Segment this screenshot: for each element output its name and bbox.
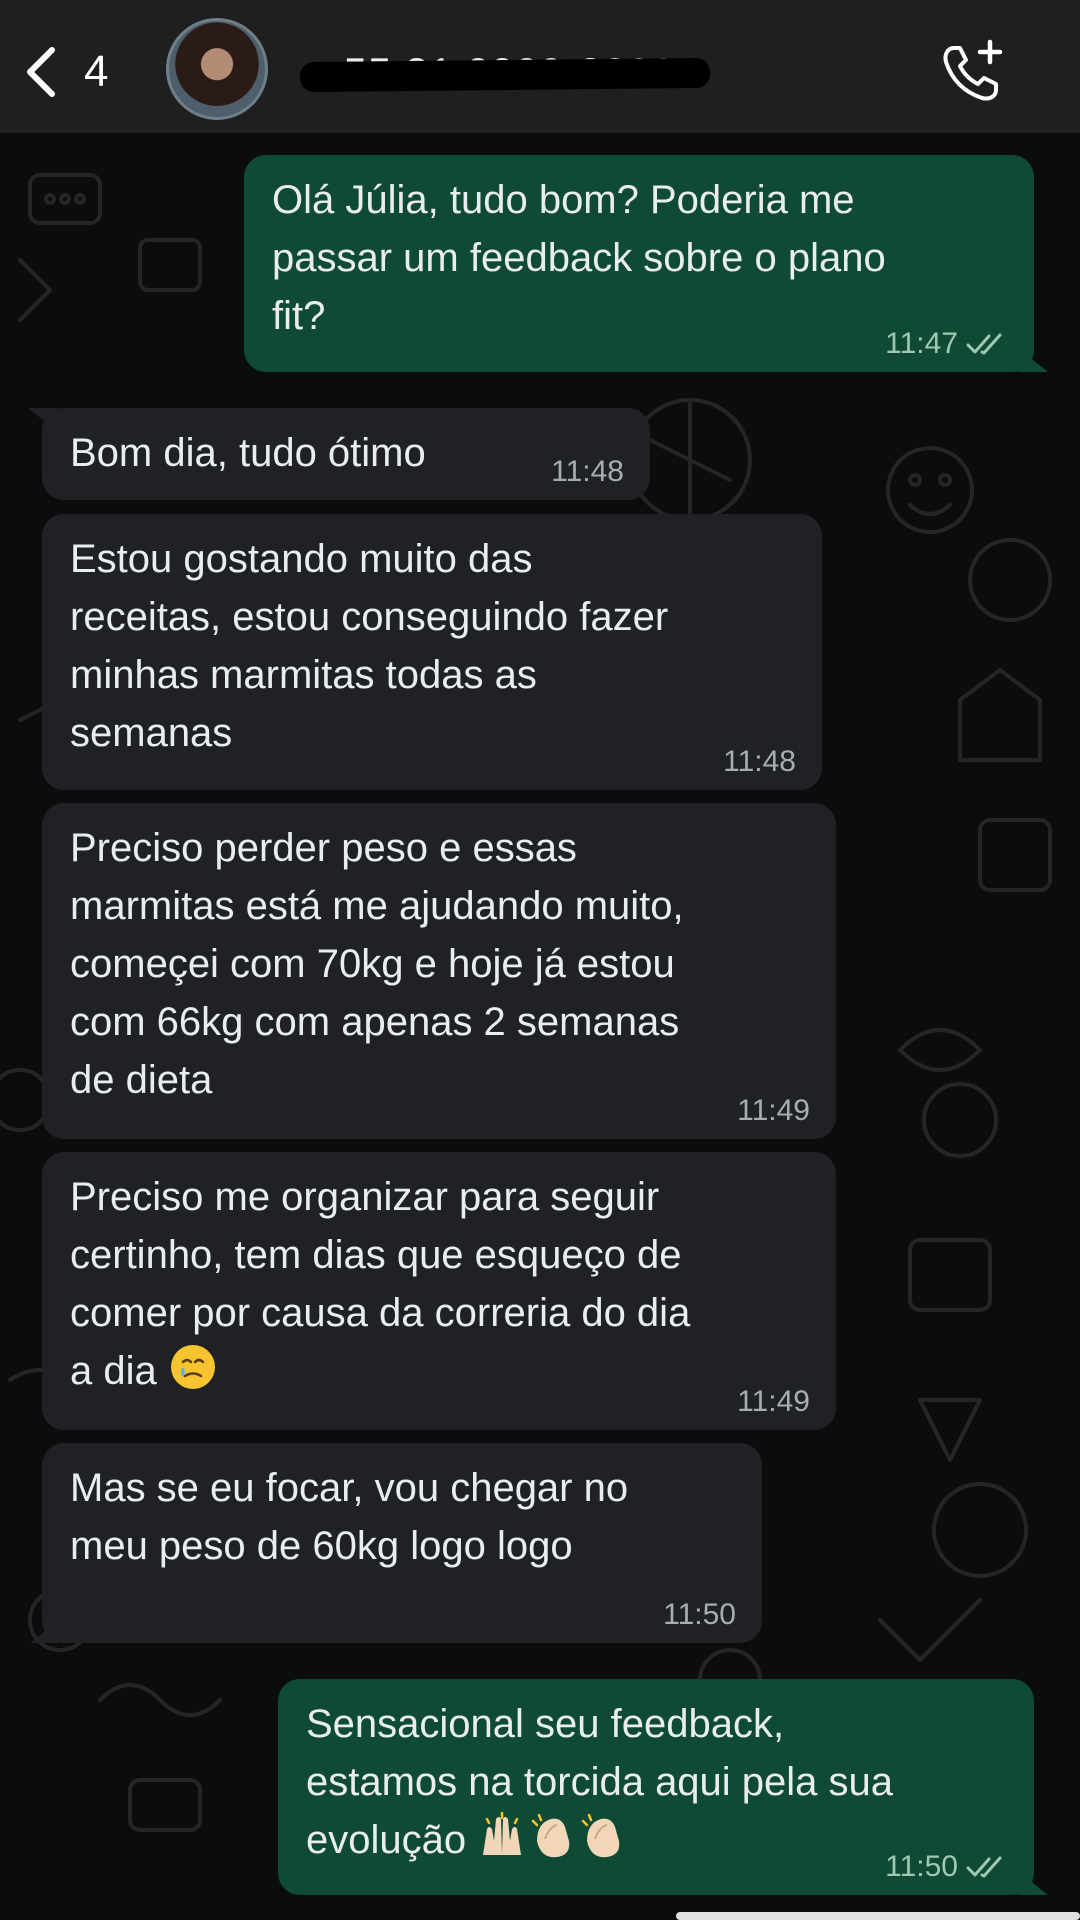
redaction-bar <box>299 57 711 93</box>
message-meta: 11:50 <box>663 1597 736 1633</box>
message-meta: 11:48 <box>551 454 624 490</box>
clapping-hands-icon <box>532 1813 570 1858</box>
message-text: Sensacional seu feedback, estamos na tor… <box>306 1695 1006 1869</box>
message-bubble-incoming[interactable]: Preciso me organizar para seguir certinh… <box>42 1152 836 1430</box>
message-time: 11:50 <box>885 1850 958 1883</box>
message-time: 11:48 <box>551 455 624 488</box>
message-bubble-outgoing[interactable]: Olá Júlia, tudo bom? Poderia me passar u… <box>244 155 1034 372</box>
message-bubble-incoming[interactable]: Estou gostando muito das receitas, estou… <box>42 514 822 790</box>
message-text: Preciso me organizar para seguir certinh… <box>70 1168 808 1400</box>
message-bubble-incoming[interactable]: Preciso perder peso e essas marmitas est… <box>42 803 836 1139</box>
message-time: 11:50 <box>663 1598 736 1631</box>
message-meta: 11:49 <box>737 1384 810 1420</box>
message-meta: 11:48 <box>723 744 796 780</box>
message-time: 11:49 <box>737 1094 810 1127</box>
message-text: Estou gostando muito das receitas, estou… <box>70 537 669 755</box>
face-holding-back-tears-icon <box>170 1345 215 1389</box>
back-chevron-icon[interactable] <box>22 44 62 100</box>
raising-hands-icon <box>483 1811 522 1855</box>
contact-avatar[interactable] <box>166 18 268 120</box>
message-bubble-incoming[interactable]: Mas se eu focar, vou chegar no meu peso … <box>42 1443 762 1643</box>
message-text: Olá Júlia, tudo bom? Poderia me passar u… <box>272 178 886 338</box>
message-text: Bom dia, tudo ótimo <box>70 431 426 475</box>
unread-count[interactable]: 4 <box>84 44 108 100</box>
message-text: Preciso perder peso e essas marmitas est… <box>70 826 684 1102</box>
message-bubble-incoming[interactable]: Bom dia, tudo ótimo 11:48 <box>42 408 650 500</box>
chat-header: 4 +55 21 0000-8000 <box>0 0 1080 133</box>
read-receipt-icon <box>966 333 1002 355</box>
clapping-hands-icon <box>582 1813 620 1858</box>
message-text-content: Preciso me organizar para seguir certinh… <box>70 1175 691 1393</box>
message-meta: 11:49 <box>737 1093 810 1129</box>
message-meta: 11:50 <box>885 1849 1008 1885</box>
message-time: 11:49 <box>737 1385 810 1418</box>
message-bubble-outgoing[interactable]: Sensacional seu feedback, estamos na tor… <box>278 1679 1034 1895</box>
message-text: Mas se eu focar, vou chegar no meu peso … <box>70 1466 629 1568</box>
message-meta: 11:47 <box>885 326 1008 362</box>
home-indicator <box>676 1912 1080 1920</box>
phone-add-icon[interactable] <box>940 38 1006 104</box>
read-receipt-icon <box>966 1856 1002 1878</box>
message-time: 11:47 <box>885 327 958 360</box>
message-time: 11:48 <box>723 745 796 778</box>
